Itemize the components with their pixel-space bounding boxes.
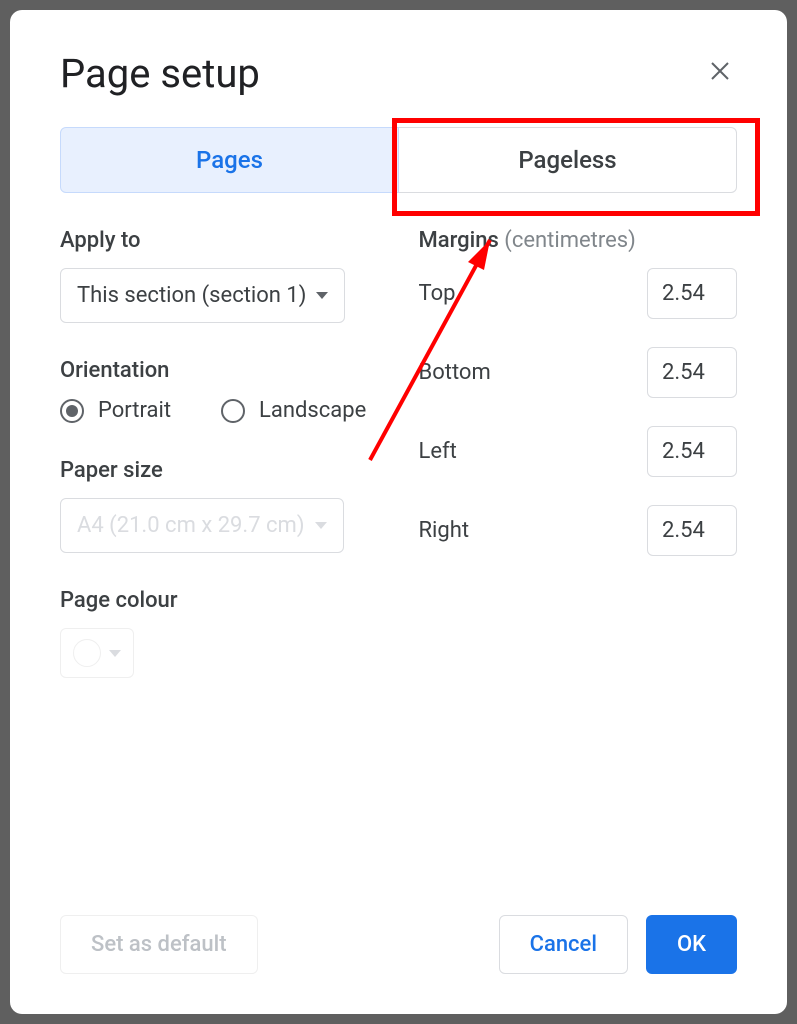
set-default-button[interactable]: Set as default xyxy=(60,915,258,974)
margins-label-text: Margins xyxy=(419,228,499,253)
apply-to-select[interactable]: This section (section 1) xyxy=(60,268,345,323)
orientation-landscape-label: Landscape xyxy=(259,398,366,423)
tab-pageless[interactable]: Pageless xyxy=(399,127,737,193)
margin-bottom-label: Bottom xyxy=(419,360,491,385)
margin-right-row: Right xyxy=(419,505,738,556)
paper-size-value: A4 (21.0 cm x 29.7 cm) xyxy=(77,513,305,538)
radio-icon xyxy=(221,399,245,423)
margin-top-input[interactable] xyxy=(647,268,737,319)
page-setup-dialog: Page setup Pages Pageless Apply to This … xyxy=(10,10,787,1014)
orientation-portrait-radio[interactable]: Portrait xyxy=(60,398,171,423)
chevron-down-icon xyxy=(109,650,121,657)
radio-icon xyxy=(60,399,84,423)
orientation-portrait-label: Portrait xyxy=(98,398,171,423)
orientation-label: Orientation xyxy=(60,358,379,383)
chevron-down-icon xyxy=(316,292,328,299)
dialog-title: Page setup xyxy=(60,50,260,97)
apply-to-value: This section (section 1) xyxy=(77,283,306,308)
paper-size-select[interactable]: A4 (21.0 cm x 29.7 cm) xyxy=(60,498,344,553)
paper-size-section: Paper size A4 (21.0 cm x 29.7 cm) xyxy=(60,458,379,553)
close-button[interactable] xyxy=(703,54,737,94)
chevron-down-icon xyxy=(315,522,327,529)
dialog-body: Apply to This section (section 1) Orient… xyxy=(60,228,737,713)
page-colour-select[interactable] xyxy=(60,628,134,678)
margins-section: Margins (centimetres) Top Bottom Left Ri… xyxy=(419,228,738,556)
apply-to-section: Apply to This section (section 1) xyxy=(60,228,379,323)
margin-left-label: Left xyxy=(419,439,457,464)
orientation-landscape-radio[interactable]: Landscape xyxy=(221,398,366,423)
page-colour-label: Page colour xyxy=(60,588,379,613)
orientation-section: Orientation Portrait Landscape xyxy=(60,358,379,423)
margin-top-label: Top xyxy=(419,281,456,306)
close-icon xyxy=(708,59,732,83)
margins-unit: (centimetres) xyxy=(504,228,636,253)
dialog-header: Page setup xyxy=(60,50,737,97)
margin-right-input[interactable] xyxy=(647,505,737,556)
margin-bottom-input[interactable] xyxy=(647,347,737,398)
tabs: Pages Pageless xyxy=(60,127,737,193)
margin-top-row: Top xyxy=(419,268,738,319)
cancel-button[interactable]: Cancel xyxy=(499,915,628,974)
margin-left-input[interactable] xyxy=(647,426,737,477)
paper-size-label: Paper size xyxy=(60,458,379,483)
dialog-footer: Set as default Cancel OK xyxy=(60,915,737,974)
margin-left-row: Left xyxy=(419,426,738,477)
margins-label: Margins (centimetres) xyxy=(419,228,738,253)
margin-bottom-row: Bottom xyxy=(419,347,738,398)
tab-pages[interactable]: Pages xyxy=(60,127,399,193)
apply-to-label: Apply to xyxy=(60,228,379,253)
margin-right-label: Right xyxy=(419,518,470,543)
page-colour-section: Page colour xyxy=(60,588,379,678)
colour-swatch-icon xyxy=(73,639,101,667)
ok-button[interactable]: OK xyxy=(646,915,737,974)
